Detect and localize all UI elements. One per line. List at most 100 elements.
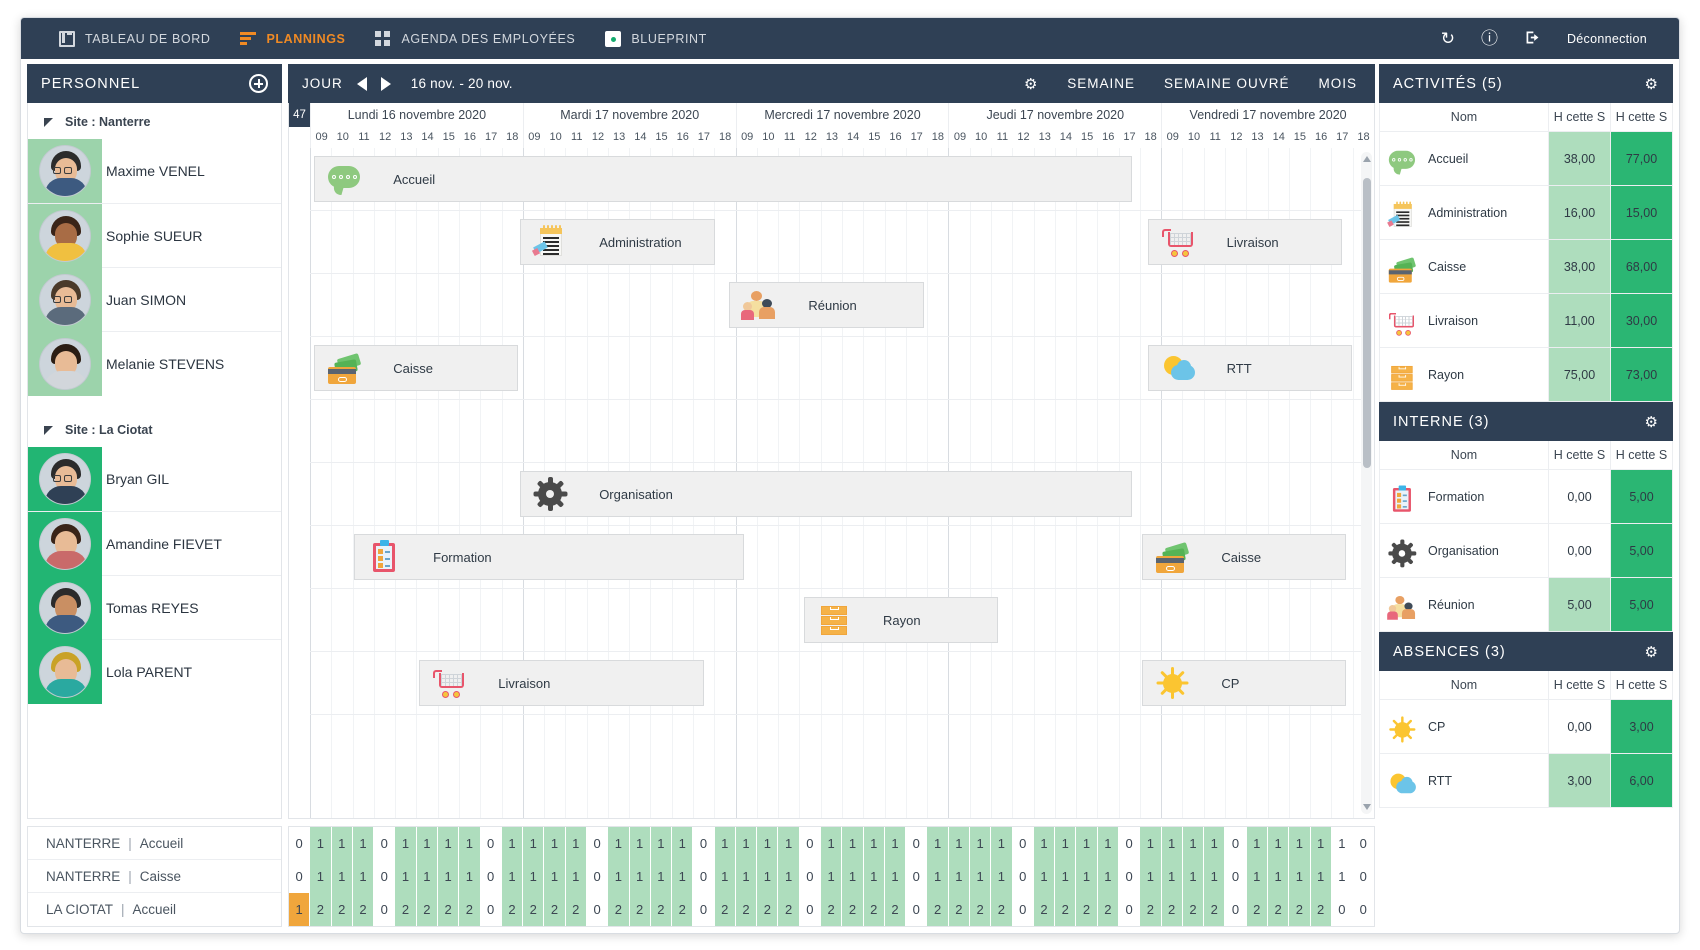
- coverage-cell: 2: [523, 893, 545, 926]
- avatar: [28, 203, 102, 268]
- task-label: Organisation: [599, 486, 673, 502]
- list-item[interactable]: Bryan GIL: [28, 447, 281, 511]
- coverage-cell: 1: [565, 860, 587, 893]
- table-row[interactable]: Caisse 38,00 68,00: [1379, 239, 1673, 294]
- list-item[interactable]: Juan SIMON: [28, 267, 281, 332]
- table-row[interactable]: Formation 0,00 5,00: [1379, 469, 1673, 524]
- activity-name: Caisse: [139, 868, 182, 884]
- nav-item-plannings[interactable]: PLANNINGS: [240, 31, 345, 47]
- list-item[interactable]: Sophie SUEUR: [28, 203, 281, 268]
- list-item[interactable]: Tomas REYES: [28, 575, 281, 640]
- cp-icon: [1388, 715, 1416, 743]
- gear-icon[interactable]: ⚙: [1645, 413, 1659, 431]
- task-organisation[interactable]: Organisation: [520, 471, 1132, 517]
- table-row[interactable]: Rayon 75,00 73,00: [1379, 347, 1673, 402]
- hour-tick: 17: [697, 131, 711, 143]
- gear-icon[interactable]: ⚙: [1645, 643, 1659, 661]
- task-administration[interactable]: Administration: [520, 219, 715, 265]
- view-jour-button[interactable]: JOUR: [302, 76, 343, 91]
- view-semaine-button[interactable]: SEMAINE: [1067, 76, 1135, 91]
- grid-vertical-scrollbar[interactable]: [1361, 152, 1372, 814]
- logout-label[interactable]: Déconnection: [1567, 32, 1647, 46]
- nav-item-blueprint[interactable]: BLUEPRINT: [605, 30, 707, 47]
- add-personnel-button[interactable]: [249, 74, 268, 93]
- task-reunion[interactable]: Réunion: [729, 282, 924, 328]
- scroll-down-icon[interactable]: [1362, 804, 1371, 810]
- hour-tick: 18: [506, 131, 519, 143]
- scrollbar-thumb[interactable]: [1362, 178, 1371, 468]
- task-row[interactable]: Administration Livraison: [310, 211, 1361, 274]
- info-icon[interactable]: ⓘ: [1481, 30, 1498, 47]
- gear-icon[interactable]: ⚙: [1645, 75, 1659, 93]
- logout-arrow-icon[interactable]: [1524, 29, 1541, 49]
- coverage-cell: 1: [629, 860, 651, 893]
- task-cp[interactable]: CP: [1142, 660, 1347, 706]
- prev-period-button[interactable]: [356, 76, 367, 91]
- list-item[interactable]: Lola PARENT: [28, 639, 281, 704]
- task-row[interactable]: Accueil: [310, 148, 1361, 211]
- task-caisse[interactable]: Caisse: [314, 345, 519, 391]
- table-row[interactable]: Organisation 0,00 5,00: [1379, 523, 1673, 578]
- task-livraison[interactable]: Livraison: [1147, 219, 1343, 265]
- hour-tick: 12: [379, 131, 392, 143]
- coverage-cell: 0: [289, 860, 311, 893]
- coverage-cell: 1: [650, 827, 673, 860]
- task-rayon[interactable]: Rayon: [803, 597, 999, 643]
- table-header-row: Nom H cette S H cette S: [1379, 103, 1673, 132]
- table-row[interactable]: RTT 3,00 6,00: [1379, 753, 1673, 808]
- site-group-header-nanterre[interactable]: Site : Nanterre: [28, 103, 281, 139]
- task-row[interactable]: Rayon: [310, 589, 1361, 652]
- view-semaine-ouvre-button[interactable]: SEMAINE OUVRÉ: [1164, 76, 1290, 91]
- list-item[interactable]: Melanie STEVENS: [28, 331, 281, 396]
- table-row[interactable]: Accueil 38,00 77,00: [1379, 131, 1673, 186]
- coverage-cell: 2: [459, 893, 481, 926]
- coverage-cell: 1: [884, 827, 907, 860]
- coverage-cell: 1: [437, 860, 460, 893]
- task-rtt[interactable]: RTT: [1147, 345, 1352, 391]
- value-h2: 5,00: [1610, 469, 1673, 524]
- task-row[interactable]: Réunion: [310, 274, 1361, 337]
- column-header-h1: H cette S: [1548, 441, 1611, 470]
- footer-activity-labels: NANTERRE | Accueil NANTERRE | Caisse LA …: [27, 826, 282, 927]
- employee-name: Tomas REYES: [106, 599, 199, 616]
- refresh-icon[interactable]: ↻: [1441, 30, 1455, 47]
- hour-tick: 10: [1187, 131, 1201, 143]
- formation-icon: [367, 540, 401, 574]
- scroll-up-icon[interactable]: [1362, 156, 1371, 162]
- table-row[interactable]: Livraison 11,00 30,00: [1379, 293, 1673, 348]
- view-mois-button[interactable]: MOIS: [1318, 76, 1357, 91]
- nav-item-tableau-de-bord[interactable]: TABLEAU DE BORD: [59, 30, 210, 47]
- task-formation[interactable]: Formation: [354, 534, 745, 580]
- gear-icon[interactable]: ⚙: [1024, 75, 1038, 93]
- coverage-cell: 2: [331, 893, 353, 926]
- list-item[interactable]: Maxime VENEL: [28, 139, 281, 203]
- task-row[interactable]: Livraison CP: [310, 652, 1361, 715]
- task-row[interactable]: Caisse RTT: [310, 337, 1361, 400]
- activity-name-cell: Formation: [1379, 469, 1549, 524]
- coverage-cell: 0: [693, 893, 715, 926]
- nav-item-agenda-des-employees[interactable]: AGENDA DES EMPLOYÉES: [375, 30, 575, 47]
- task-accueil[interactable]: Accueil: [314, 156, 1132, 202]
- day-header-row: 47 Lundi 16 novembre 2020 Mardi 17 novem…: [288, 103, 1375, 127]
- coverage-cell: 1: [884, 860, 907, 893]
- task-livraison-2[interactable]: Livraison: [419, 660, 705, 706]
- table-row[interactable]: Réunion 5,00 5,00: [1379, 577, 1673, 632]
- coverage-cell: 1: [842, 827, 864, 860]
- next-period-button[interactable]: [380, 76, 391, 91]
- list-item[interactable]: Amandine FIEVET: [28, 511, 281, 576]
- table-row[interactable]: Administration 16,00 15,00: [1379, 185, 1673, 240]
- coverage-cell: 2: [1204, 893, 1226, 926]
- coverage-cell: 1: [331, 860, 353, 893]
- coverage-cell: 1: [1310, 827, 1332, 860]
- footer-label-row: NANTERRE | Caisse: [28, 860, 281, 893]
- stats-panel-interne: INTERNE (3) ⚙ Nom H cette S H cette S Fo…: [1379, 402, 1673, 632]
- planning-grid[interactable]: Accueil Administration Livraison Réunion…: [288, 148, 1375, 819]
- table-row[interactable]: CP 0,00 3,00: [1379, 699, 1673, 754]
- site-group-header-la-ciotat[interactable]: Site : La Ciotat: [28, 395, 281, 447]
- activity-name-cell: RTT: [1379, 753, 1549, 808]
- employee-name: Bryan GIL: [106, 471, 170, 487]
- task-caisse-2[interactable]: Caisse: [1142, 534, 1347, 580]
- task-row-empty[interactable]: [310, 400, 1361, 463]
- task-row[interactable]: Organisation: [310, 463, 1361, 526]
- task-row[interactable]: Formation Caisse: [310, 526, 1361, 589]
